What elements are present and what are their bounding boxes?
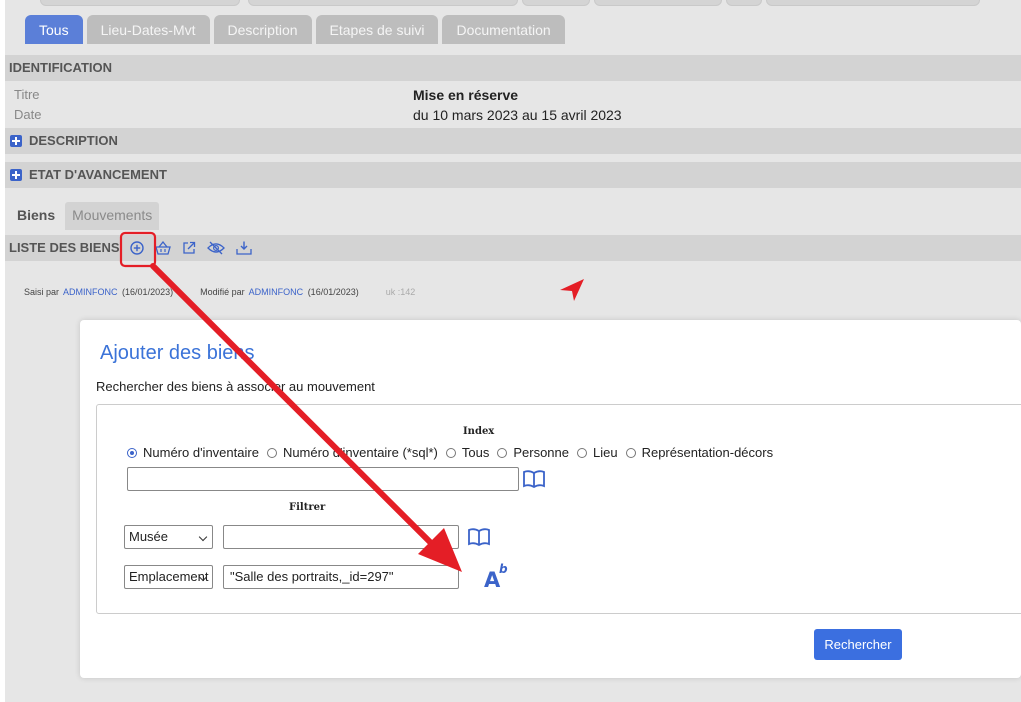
subtab-mouvements[interactable]: Mouvements xyxy=(65,202,160,230)
book-icon[interactable] xyxy=(523,470,545,488)
etat-avancement-section-header[interactable]: ETAT D'AVANCEMENT xyxy=(5,162,1021,188)
uk-id: uk :142 xyxy=(385,287,416,297)
sub-tabs: Biens Mouvements xyxy=(10,202,160,230)
etat-avancement-heading: ETAT D'AVANCEMENT xyxy=(29,167,167,182)
search-panel: Index Numéro d'inventaire Numéro d'inven… xyxy=(96,404,1021,614)
main-tabs: Tous Lieu-Dates-Mvt Description Etapes d… xyxy=(25,15,565,45)
eye-off-icon[interactable] xyxy=(206,241,225,255)
index-label: Index xyxy=(463,426,495,437)
ajouter-des-biens-dialog: Ajouter des biens Rechercher des biens à… xyxy=(80,320,1021,678)
identification-heading: IDENTIFICATION xyxy=(9,60,113,75)
top-toolbar-stubs xyxy=(0,0,1021,6)
expand-plus-icon[interactable] xyxy=(10,135,22,147)
dialog-subtitle: Rechercher des biens à associer au mouve… xyxy=(96,379,375,394)
rechercher-button[interactable]: Rechercher xyxy=(814,629,902,660)
tab-documentation[interactable]: Documentation xyxy=(442,15,565,44)
basket-icon[interactable] xyxy=(154,241,171,255)
description-section-header[interactable]: DESCRIPTION xyxy=(5,128,1021,154)
tab-tous[interactable]: Tous xyxy=(25,15,83,44)
radio-lieu[interactable]: Lieu xyxy=(577,445,618,460)
tab-lieu-dates-mvt[interactable]: Lieu-Dates-Mvt xyxy=(86,15,210,44)
modifie-user-link[interactable]: ADMINFONC xyxy=(249,287,304,297)
add-circle-icon[interactable] xyxy=(129,241,144,255)
index-radio-group: Numéro d'inventaire Numéro d'inventaire … xyxy=(127,445,781,460)
radio-personne[interactable]: Personne xyxy=(497,445,569,460)
saisi-user-link[interactable]: ADMINFONC xyxy=(63,287,118,297)
description-heading: DESCRIPTION xyxy=(29,133,118,148)
saisi-label: Saisi par xyxy=(24,287,60,297)
modifie-date: (16/01/2023) xyxy=(307,287,359,297)
download-icon[interactable] xyxy=(235,241,252,255)
radio-tous[interactable]: Tous xyxy=(445,445,489,460)
saisi-date: (16/01/2023) xyxy=(122,287,174,297)
tab-etapes-de-suivi[interactable]: Etapes de suivi xyxy=(315,15,439,44)
titre-label: Titre xyxy=(14,87,40,102)
date-value: du 10 mars 2023 au 15 avril 2023 xyxy=(413,107,622,123)
text-format-icon[interactable]: Ab xyxy=(484,562,508,592)
filtrer-label: Filtrer xyxy=(289,502,326,513)
modifie-label: Modifié par xyxy=(200,287,245,297)
index-search-input[interactable] xyxy=(127,467,519,491)
filter-musee-input[interactable] xyxy=(223,525,459,549)
audit-info: Saisi par ADMINFONC (16/01/2023) Modifié… xyxy=(24,287,417,297)
liste-des-biens-header: LISTE DES BIENS xyxy=(5,235,1021,261)
titre-value: Mise en réserve xyxy=(413,87,519,103)
liste-des-biens-heading: LISTE DES BIENS xyxy=(9,240,120,255)
radio-numero-inventaire-sql[interactable]: Numéro d'inventaire (*sql*) xyxy=(266,445,438,460)
book-icon[interactable] xyxy=(468,528,490,546)
identification-header: IDENTIFICATION xyxy=(5,55,1021,81)
radio-representation-decors[interactable]: Représentation-décors xyxy=(625,445,773,460)
radio-numero-inventaire[interactable]: Numéro d'inventaire xyxy=(127,445,259,460)
filter-emplacement-input[interactable]: "Salle des portraits,_id=297" xyxy=(223,565,459,589)
expand-plus-icon[interactable] xyxy=(10,169,22,181)
filter-select-musee[interactable]: Musée xyxy=(124,525,213,549)
tab-description[interactable]: Description xyxy=(213,15,312,44)
filter-select-emplacement[interactable]: Emplacement xyxy=(124,565,213,589)
subtab-biens[interactable]: Biens xyxy=(10,202,63,230)
dialog-title: Ajouter des biens xyxy=(100,342,255,364)
external-link-icon[interactable] xyxy=(182,241,196,255)
date-label: Date xyxy=(14,107,42,122)
liste-toolbar xyxy=(129,241,252,255)
